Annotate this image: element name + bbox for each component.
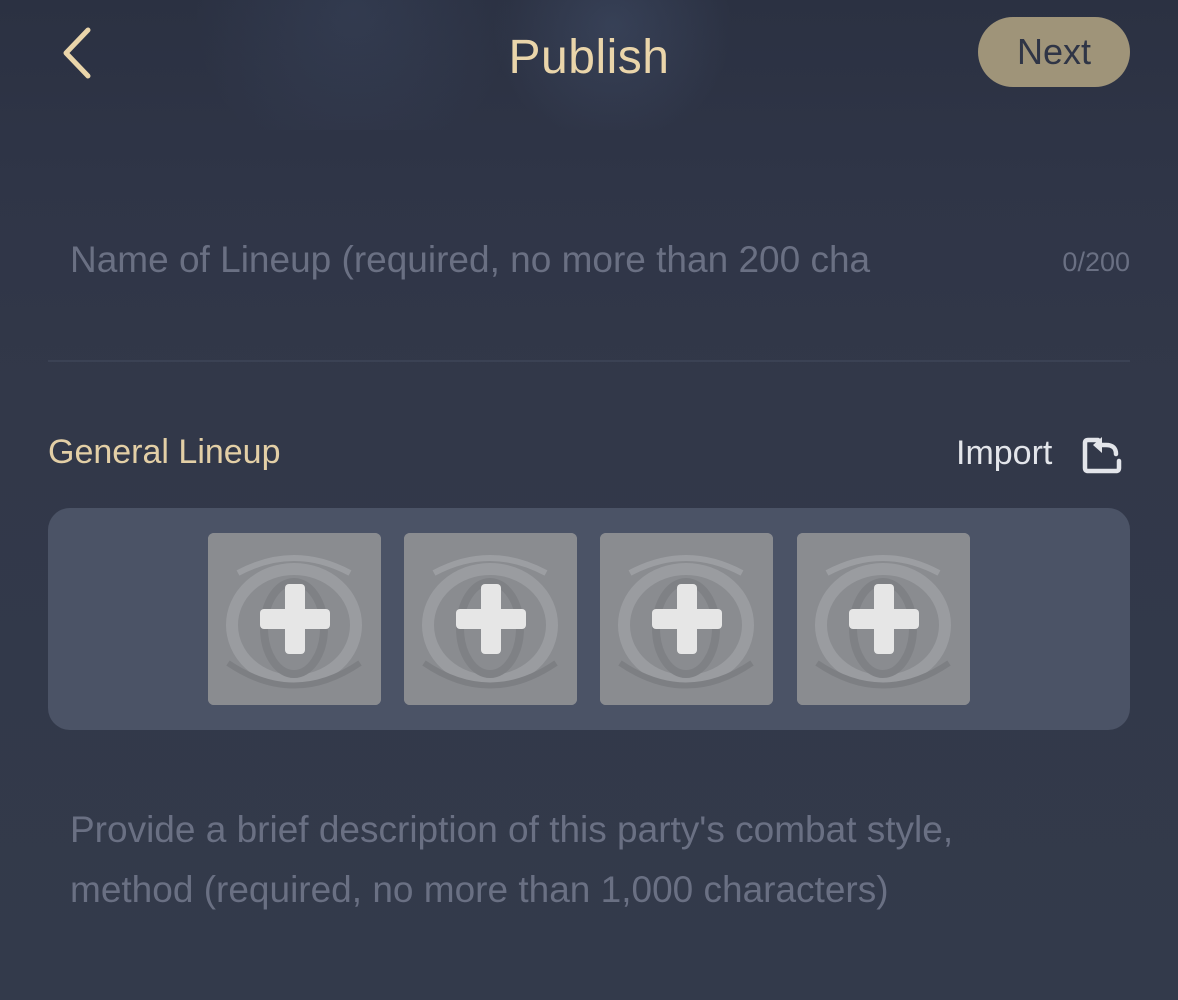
plus-icon xyxy=(652,584,722,654)
lineup-name-input[interactable] xyxy=(70,233,970,287)
lineup-panel xyxy=(48,508,1130,730)
import-share-icon xyxy=(1082,437,1122,474)
plus-icon xyxy=(456,584,526,654)
character-counter: 0/200 xyxy=(1062,247,1130,277)
section-title-general-lineup: General Lineup xyxy=(48,433,281,471)
import-button[interactable]: Import xyxy=(956,430,1130,480)
plus-icon xyxy=(260,584,330,654)
next-button[interactable]: Next xyxy=(978,17,1130,87)
top-bar: Publish Next xyxy=(0,0,1178,120)
description-textarea[interactable]: Provide a brief description of this part… xyxy=(70,800,1070,920)
character-slot-2[interactable] xyxy=(404,533,577,705)
import-label: Import xyxy=(956,434,1053,472)
divider xyxy=(48,360,1130,362)
lineup-name-row: 0/200 xyxy=(48,215,1130,305)
character-slot-1[interactable] xyxy=(208,533,381,705)
plus-icon xyxy=(849,584,919,654)
character-slot-3[interactable] xyxy=(600,533,773,705)
character-slot-4[interactable] xyxy=(797,533,970,705)
